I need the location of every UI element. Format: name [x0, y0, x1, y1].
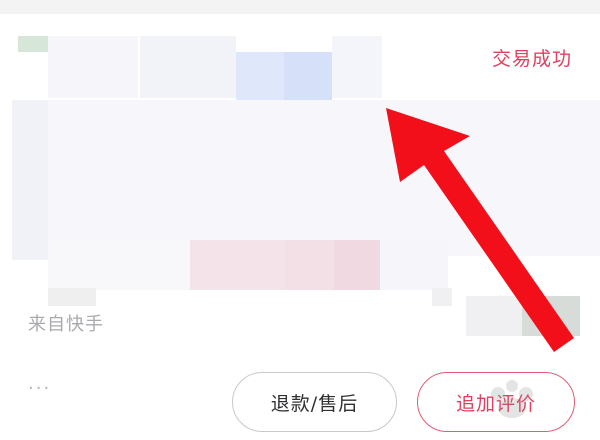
order-status-label: 交易成功: [491, 48, 572, 70]
more-options-button[interactable]: ···: [28, 380, 51, 398]
order-source-text: 来自快手: [28, 314, 104, 335]
watermark-logo-icon: [491, 380, 533, 418]
refund-aftersale-button[interactable]: 退款/售后: [232, 372, 397, 432]
